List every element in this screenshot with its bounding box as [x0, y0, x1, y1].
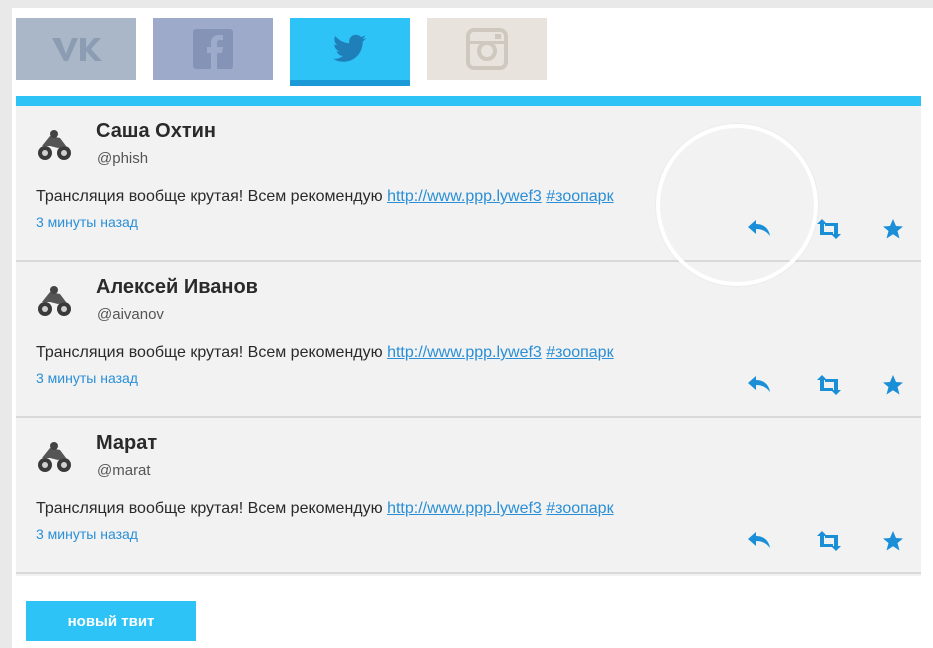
tab-twitter[interactable]	[290, 18, 410, 86]
avatar	[36, 282, 72, 318]
instagram-icon	[466, 28, 508, 70]
tweet-link[interactable]: http://www.ppp.lywef3	[387, 344, 542, 361]
tweet-author-handle[interactable]: @aivanov	[97, 306, 164, 323]
new-tweet-button[interactable]: новый твит	[26, 601, 196, 641]
vk-icon	[52, 38, 102, 61]
reply-icon[interactable]	[746, 218, 772, 238]
tweet-link[interactable]: http://www.ppp.lywef3	[387, 500, 542, 517]
tweet-body: Трансляция вообще крутая! Всем рекоменду…	[36, 500, 388, 517]
favorite-star-icon[interactable]	[882, 218, 904, 240]
tweet-item: Марат @marat Трансляция вообще крутая! В…	[16, 418, 921, 574]
tweet-body: Трансляция вообще крутая! Всем рекоменду…	[36, 188, 388, 205]
tab-instagram[interactable]	[427, 18, 547, 80]
tweet-author-name[interactable]: Саша Охтин	[96, 120, 216, 143]
favorite-star-icon[interactable]	[882, 374, 904, 396]
tweet-actions	[16, 218, 921, 242]
tweet-author-handle[interactable]: @phish	[97, 150, 148, 167]
tweet-link[interactable]: http://www.ppp.lywef3	[387, 188, 542, 205]
social-tabs	[16, 18, 576, 88]
avatar	[36, 126, 72, 162]
retweet-icon[interactable]	[816, 530, 842, 552]
tweet-hashtag[interactable]: #зоопарк	[546, 344, 613, 361]
tweet-text: Трансляция вообще крутая! Всем рекоменду…	[36, 500, 614, 518]
tab-vk[interactable]	[16, 18, 136, 80]
reply-icon[interactable]	[746, 530, 772, 550]
tweet-item: Саша Охтин @phish Трансляция вообще крут…	[16, 106, 921, 262]
tweet-hashtag[interactable]: #зоопарк	[546, 500, 613, 517]
tweet-text: Трансляция вообще крутая! Всем рекоменду…	[36, 344, 614, 362]
tweet-hashtag[interactable]: #зоопарк	[546, 188, 613, 205]
facebook-icon	[193, 29, 233, 69]
tweet-author-name[interactable]: Марат	[96, 432, 157, 455]
retweet-icon[interactable]	[816, 374, 842, 396]
avatar	[36, 438, 72, 474]
tweet-feed: Саша Охтин @phish Трансляция вообще крут…	[16, 106, 921, 576]
feed-top-bar	[16, 96, 921, 106]
reply-icon[interactable]	[746, 374, 772, 394]
favorite-star-icon[interactable]	[882, 530, 904, 552]
tweet-text: Трансляция вообще крутая! Всем рекоменду…	[36, 188, 614, 206]
tweet-actions	[16, 374, 921, 398]
tweet-author-handle[interactable]: @marat	[97, 462, 151, 479]
twitter-icon	[333, 34, 366, 62]
tweet-author-name[interactable]: Алексей Иванов	[96, 276, 258, 299]
tweet-item: Алексей Иванов @aivanov Трансляция вообщ…	[16, 262, 921, 418]
tweet-actions	[16, 530, 921, 554]
retweet-icon[interactable]	[816, 218, 842, 240]
tweet-body: Трансляция вообще крутая! Всем рекоменду…	[36, 344, 388, 361]
tab-facebook[interactable]	[153, 18, 273, 80]
